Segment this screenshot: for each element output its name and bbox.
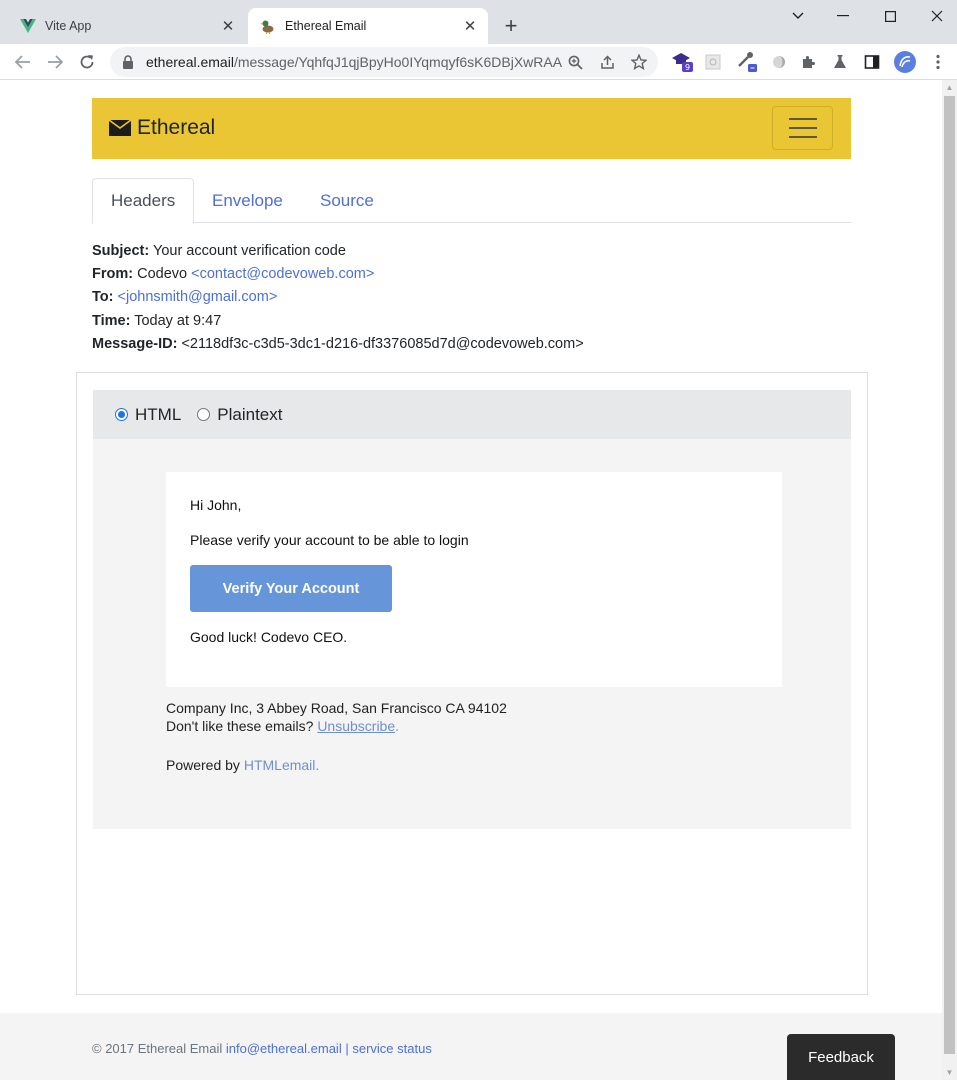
email-signoff: Good luck! Codevo CEO.	[190, 629, 348, 645]
share-icon[interactable]	[594, 49, 620, 75]
footer-text: © 2017 Ethereal Email info@ethereal.emai…	[92, 1041, 432, 1056]
footer-email-link[interactable]: info@ethereal.email	[226, 1041, 342, 1056]
to-address-link[interactable]: <johnsmith@gmail.com>	[118, 289, 278, 305]
tab-envelope[interactable]: Envelope	[194, 178, 301, 223]
message-tabs: Headers Envelope Source	[92, 178, 851, 224]
chevron-down-icon[interactable]	[783, 4, 813, 28]
subject-row: Subject: Your account verification code	[92, 240, 584, 263]
browser-toolbar: ethereal.email/message/YqhfqJ1qjBpyHo0IY…	[0, 44, 957, 80]
url-host: ethereal.email	[146, 54, 234, 70]
page-scrollbar[interactable]: ▲ ▼	[942, 80, 957, 1080]
unsubscribe-link[interactable]: Unsubscribe	[317, 718, 395, 734]
message-preview: HTML Plaintext Hi John, Please verify yo…	[76, 372, 868, 995]
avatar[interactable]	[892, 49, 918, 75]
powered-by: Powered by HTMLemail.	[166, 757, 319, 773]
email-body: Hi John, Please verify your account to b…	[93, 439, 851, 829]
lock-icon	[122, 55, 136, 69]
powered-suffix: .	[315, 757, 320, 773]
zoom-icon[interactable]	[562, 49, 588, 75]
scrollbar-thumb[interactable]	[944, 96, 955, 1054]
format-selector: HTML Plaintext	[93, 390, 851, 439]
minimize-icon[interactable]	[828, 4, 858, 28]
tab-headers[interactable]: Headers	[92, 178, 195, 224]
to-row: To: <johnsmith@gmail.com>	[92, 286, 584, 309]
from-row: From: Codevo <contact@codevoweb.com>	[92, 263, 584, 286]
reload-icon[interactable]	[74, 49, 100, 75]
powered-prefix: Powered by	[166, 757, 240, 773]
hamburger-icon	[788, 127, 817, 129]
hamburger-icon	[788, 118, 817, 120]
extension-badge: 9	[685, 63, 690, 72]
scroll-up-icon[interactable]: ▲	[945, 83, 954, 92]
message-id-value: <2118df3c-c3d5-3dc1-d216-df3376085d7d@co…	[181, 335, 584, 352]
unsubscribe-prefix: Don't like these emails?	[166, 718, 314, 734]
footer-copyright: © 2017 Ethereal Email	[92, 1041, 223, 1056]
flask-icon[interactable]	[827, 49, 853, 75]
verify-account-button[interactable]: Verify Your Account	[190, 565, 392, 612]
envelope-icon	[109, 120, 131, 136]
address-bar[interactable]: ethereal.email/message/YqhfqJ1qjBpyHo0IY…	[110, 47, 658, 77]
browser-tab-strip: Vite App ✕ Ethereal Email ✕ +	[0, 0, 957, 44]
tab-title: Vite App	[45, 19, 92, 33]
time-value: Today at 9:47	[134, 312, 222, 329]
format-option-plaintext[interactable]: Plaintext	[197, 405, 282, 425]
message-id-label: Message-ID:	[92, 335, 178, 352]
format-label-plaintext: Plaintext	[217, 404, 283, 424]
forward-arrow-icon[interactable]	[42, 49, 68, 75]
browser-tab-ethereal-email[interactable]: Ethereal Email ✕	[248, 8, 488, 44]
duck-icon	[260, 18, 276, 34]
close-icon[interactable]: ✕	[218, 16, 238, 36]
puzzle-extensions-icon[interactable]	[796, 49, 822, 75]
to-label: To:	[92, 289, 114, 306]
email-greeting: Hi John,	[190, 497, 242, 513]
email-footer: Company Inc, 3 Abbey Road, San Francisco…	[166, 699, 507, 735]
time-row: Time: Today at 9:47	[92, 310, 584, 333]
site-navbar: Ethereal	[92, 98, 851, 159]
format-option-html[interactable]: HTML	[115, 405, 181, 425]
vue-icon	[20, 18, 36, 34]
hamburger-icon	[788, 136, 817, 138]
url-text: ethereal.email/message/YqhfqJ1qjBpyHo0IY…	[146, 54, 562, 70]
more-menu-icon[interactable]	[925, 49, 951, 75]
unsubscribe-suffix: .	[395, 718, 400, 734]
star-icon[interactable]	[626, 49, 652, 75]
menu-toggle-button[interactable]	[772, 106, 833, 150]
new-tab-button[interactable]: +	[498, 13, 524, 39]
maximize-icon[interactable]	[875, 4, 905, 28]
message-id-row: Message-ID: <2118df3c-c3d5-3dc1-d216-df3…	[92, 333, 584, 356]
brand-link[interactable]: Ethereal	[109, 116, 215, 140]
company-address: Company Inc, 3 Abbey Road, San Francisco…	[166, 700, 507, 716]
close-window-icon[interactable]	[922, 4, 952, 28]
graduation-cap-extension-icon[interactable]: 9	[670, 49, 696, 75]
from-address-link[interactable]: <contact@codevoweb.com>	[191, 266, 374, 282]
back-arrow-icon[interactable]	[10, 49, 36, 75]
radio-html[interactable]	[115, 408, 128, 421]
feedback-button[interactable]: Feedback	[787, 1034, 895, 1080]
grid-extension-icon[interactable]	[700, 49, 726, 75]
unsubscribe-line: Don't like these emails? Unsubscribe.	[166, 717, 507, 735]
format-label-html: HTML	[135, 404, 182, 424]
scroll-down-icon[interactable]: ▼	[945, 1068, 954, 1077]
url-path: /message/YqhfqJ1qjBpyHo0IYqmqyf6sK6DBjXw…	[233, 54, 562, 70]
radio-plaintext[interactable]	[197, 408, 211, 421]
service-status-link[interactable]: service status	[352, 1041, 431, 1056]
subject-label: Subject:	[92, 243, 150, 259]
htmlemail-link[interactable]: HTMLemail	[244, 757, 316, 773]
moon-extension-icon[interactable]	[766, 49, 792, 75]
tab-title: Ethereal Email	[285, 19, 367, 33]
brand-name: Ethereal	[137, 116, 216, 139]
eyedropper-extension-icon[interactable]	[734, 49, 760, 75]
side-panel-icon[interactable]	[859, 49, 885, 75]
email-message: Please verify your account to be able to…	[190, 532, 469, 548]
message-headers: Subject: Your account verification code …	[92, 240, 584, 356]
email-card: Hi John, Please verify your account to b…	[166, 472, 782, 687]
close-icon[interactable]: ✕	[460, 16, 480, 36]
footer-separator: |	[345, 1041, 349, 1056]
from-label: From:	[92, 266, 134, 283]
time-label: Time:	[92, 312, 131, 329]
subject-value: Your account verification code	[152, 243, 346, 259]
browser-tab-vite-app[interactable]: Vite App ✕	[8, 8, 246, 44]
tab-source[interactable]: Source	[302, 178, 392, 223]
from-name: Codevo	[137, 266, 188, 283]
